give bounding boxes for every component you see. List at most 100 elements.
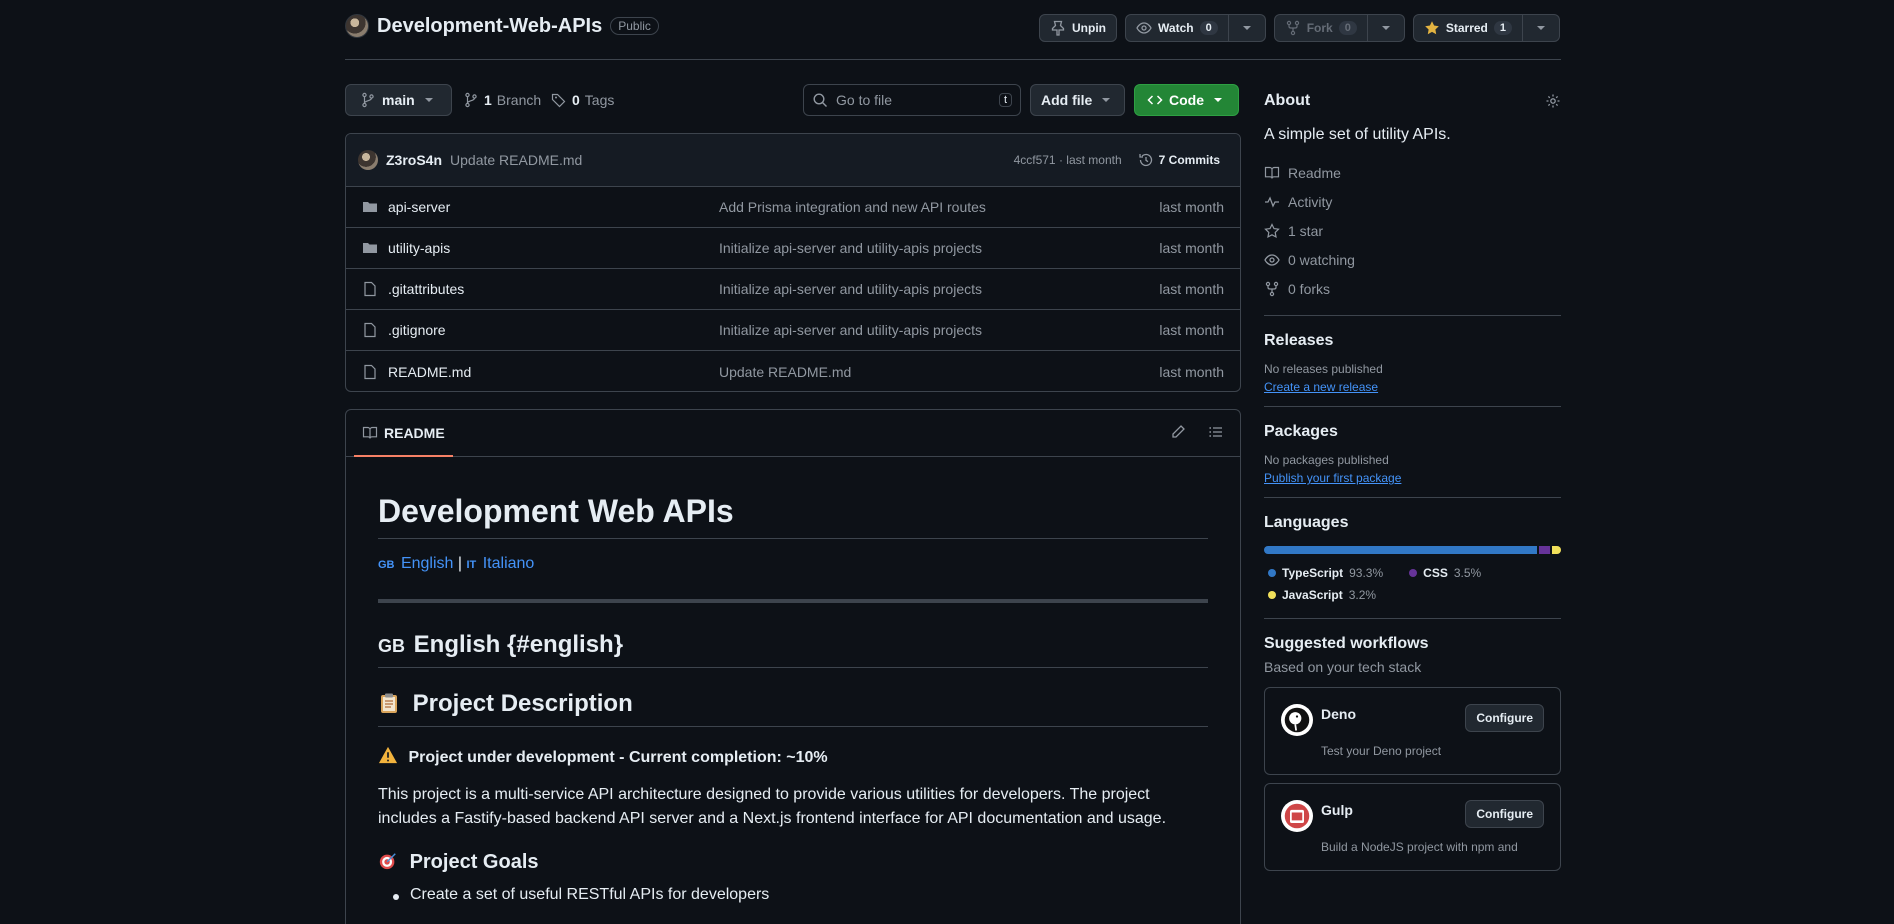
language-bar-segment	[1264, 546, 1538, 554]
starred-button[interactable]: Starred 1	[1412, 14, 1523, 42]
branch-selector[interactable]: main	[345, 84, 452, 116]
folder-icon	[362, 240, 378, 256]
file-name[interactable]: .gitignore	[388, 322, 446, 338]
file-list: Z3roS4n Update README.md 4ccf571 · last …	[345, 133, 1241, 392]
english-heading-text: English {#english}	[413, 631, 624, 658]
file-commit-message[interactable]: Update README.md	[719, 364, 851, 380]
tags-link[interactable]: 0 Tags	[551, 92, 614, 108]
star-lists-dropdown[interactable]	[1523, 14, 1560, 42]
readme-tab-bar: README	[346, 410, 1240, 457]
language-percent: 93.3%	[1349, 566, 1384, 580]
file-commit-message[interactable]: Initialize api-server and utility-apis p…	[719, 281, 982, 297]
workflow-name: Deno	[1321, 706, 1356, 722]
clipboard-icon	[381, 693, 397, 713]
create-release-link[interactable]: Create a new release	[1264, 380, 1561, 394]
watch-dropdown[interactable]	[1228, 14, 1266, 42]
owner-avatar[interactable]	[345, 14, 369, 38]
packages-title[interactable]: Packages	[1264, 423, 1561, 441]
unpin-button[interactable]: Unpin	[1039, 14, 1118, 42]
description-paragraph: This project is a multi-service API arch…	[378, 786, 1167, 827]
releases-title[interactable]: Releases	[1264, 332, 1561, 350]
go-to-file-input[interactable]	[836, 92, 991, 108]
tag-icon	[551, 92, 567, 108]
file-name[interactable]: README.md	[388, 364, 471, 380]
fork-dropdown[interactable]	[1367, 14, 1405, 42]
list-unordered-icon[interactable]	[1208, 424, 1224, 440]
add-file-button[interactable]: Add file	[1030, 84, 1126, 116]
pencil-icon[interactable]	[1170, 424, 1186, 440]
language-percent: 3.5%	[1453, 566, 1482, 580]
file-row-gitignore[interactable]: .gitignore Initialize api-server and uti…	[346, 310, 1240, 351]
fork-label: Fork	[1306, 21, 1333, 35]
language-css[interactable]: CSS 3.5%	[1405, 562, 1481, 584]
project-description-heading: Project Description	[378, 690, 1208, 727]
branch-icon	[463, 92, 479, 108]
language-typescript[interactable]: TypeScript 93.3%	[1264, 562, 1383, 584]
readme-content: Development Web APIs GB English | IT Ita…	[346, 493, 1240, 904]
workflow-card-gulp: Gulp Build a NodeJS project with npm and…	[1264, 783, 1561, 871]
configure-button[interactable]: Configure	[1465, 800, 1544, 828]
activity-link[interactable]: Activity	[1264, 187, 1561, 216]
star-group: Starred 1	[1412, 14, 1560, 42]
triangle-down-icon	[421, 92, 437, 108]
repo-sidebar: About A simple set of utility APIs. Read…	[1264, 84, 1561, 871]
star-icon	[1264, 222, 1280, 239]
fork-group: Fork 0	[1273, 14, 1405, 42]
branch-name: main	[382, 92, 415, 108]
eye-icon	[1136, 20, 1152, 36]
repo-name[interactable]: Development-Web-APIs	[377, 15, 602, 38]
watch-group: Watch 0	[1125, 14, 1266, 42]
publish-package-link[interactable]: Publish your first package	[1264, 471, 1561, 485]
language-javascript[interactable]: JavaScript 3.2%	[1264, 584, 1376, 606]
file-name[interactable]: utility-apis	[388, 240, 450, 256]
english-link[interactable]: GB English	[378, 555, 453, 572]
branch-icon	[360, 92, 376, 108]
watchers-link[interactable]: 0 watching	[1264, 245, 1561, 274]
tab-readme-label: README	[384, 424, 445, 441]
file-row-utility-apis[interactable]: utility-apis Initialize api-server and u…	[346, 228, 1240, 269]
stars-link-label: 1 star	[1288, 222, 1324, 239]
language-color-dot	[1409, 569, 1418, 577]
code-button[interactable]: Code	[1134, 84, 1239, 116]
readme-link[interactable]: Readme	[1264, 158, 1561, 187]
file-row-gitattributes[interactable]: .gitattributes Initialize api-server and…	[346, 269, 1240, 310]
italiano-link-label: Italiano	[482, 555, 535, 572]
italiano-link[interactable]: IT Italiano	[467, 555, 535, 572]
file-commit-message[interactable]: Add Prisma integration and new API route…	[719, 199, 986, 215]
file-date: last month	[1159, 363, 1224, 380]
configure-button[interactable]: Configure	[1465, 704, 1544, 732]
activity-link-label: Activity	[1288, 193, 1333, 210]
commit-author-avatar[interactable]	[358, 150, 378, 170]
gear-icon[interactable]	[1545, 93, 1561, 109]
language-name: JavaScript	[1282, 588, 1343, 602]
visibility-badge: Public	[610, 17, 659, 35]
file-commit-message[interactable]: Initialize api-server and utility-apis p…	[719, 240, 982, 256]
file-icon	[362, 322, 378, 338]
go-to-file-search[interactable]: t	[803, 84, 1021, 116]
file-row-readme[interactable]: README.md Update README.md last month	[346, 351, 1240, 391]
commit-hash-time[interactable]: 4ccf571 · last month	[1014, 153, 1122, 167]
commit-message[interactable]: Update README.md	[450, 152, 582, 168]
file-name[interactable]: api-server	[388, 199, 450, 215]
fork-button[interactable]: Fork 0	[1273, 14, 1368, 42]
branches-link[interactable]: 1 Branch	[463, 92, 541, 108]
file-commit-message[interactable]: Initialize api-server and utility-apis p…	[719, 322, 982, 338]
file-row-api-server[interactable]: api-server Add Prisma integration and ne…	[346, 187, 1240, 228]
file-name[interactable]: .gitattributes	[388, 281, 464, 297]
stars-link[interactable]: 1 star	[1264, 216, 1561, 245]
commits-history-link[interactable]: 7 Commits	[1138, 152, 1220, 168]
configure-label: Configure	[1476, 807, 1533, 821]
forks-link-label: 0 forks	[1288, 280, 1331, 297]
divider	[1264, 497, 1561, 498]
readme-panel: README Development Web APIs GB English |…	[345, 409, 1241, 924]
divider	[1264, 406, 1561, 407]
file-icon	[362, 281, 378, 297]
forks-link[interactable]: 0 forks	[1264, 274, 1561, 303]
watch-button[interactable]: Watch 0	[1125, 14, 1229, 42]
tab-readme[interactable]: README	[354, 410, 453, 457]
about-stats: Readme Activity 1 star 0 watching 0 fork…	[1264, 158, 1561, 303]
workflow-description: Test your Deno project	[1321, 744, 1442, 758]
commit-author[interactable]: Z3roS4n	[386, 152, 442, 168]
repo-header: Development-Web-APIs Public	[345, 14, 659, 38]
workflow-name: Gulp	[1321, 802, 1353, 818]
